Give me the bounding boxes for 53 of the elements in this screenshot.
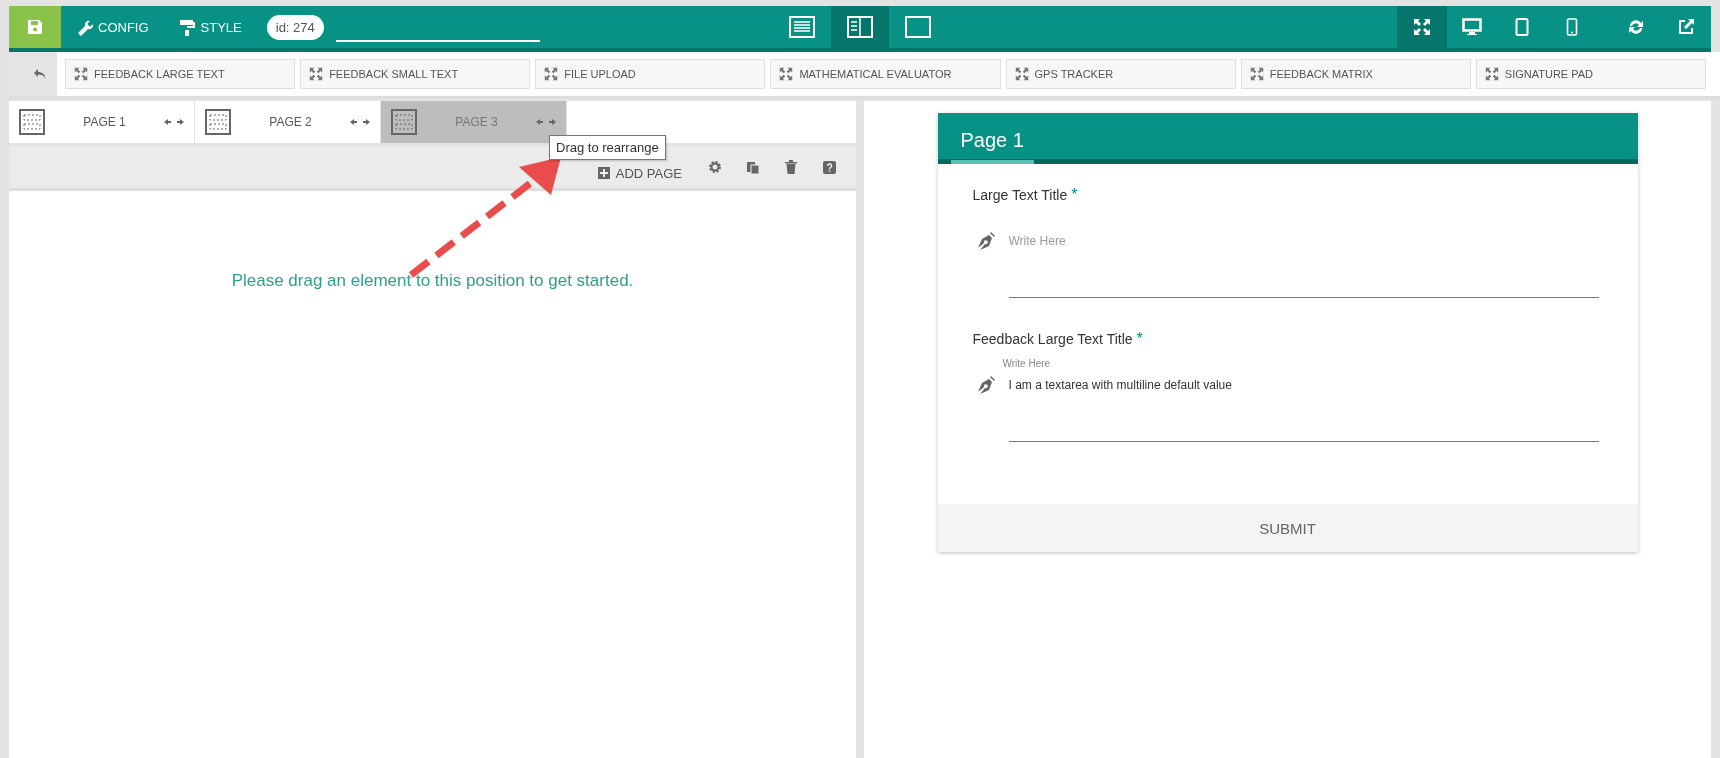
expand-icon (1484, 67, 1499, 81)
form-page-title[interactable]: Page 1 (950, 129, 1034, 164)
help-icon (822, 160, 836, 174)
back-arrow-icon (33, 68, 47, 80)
save-button[interactable] (9, 6, 61, 48)
left-right-arrow-icon (164, 117, 184, 127)
clipboard-icon (746, 160, 760, 174)
required-asterisk: * (1136, 330, 1143, 348)
columns-icon (846, 16, 873, 38)
paint-roller-icon (178, 18, 197, 36)
refresh-icon (1627, 18, 1645, 36)
element-button[interactable]: FILE UPLOAD (535, 59, 766, 89)
tablet-icon (1515, 18, 1529, 36)
page-layout-icon (391, 109, 417, 135)
empty-state-message: Please drag an element to this position to get started. (231, 271, 634, 292)
add-icon (597, 167, 610, 179)
field-label: Large Text Title (972, 187, 1068, 203)
element-button[interactable]: FEEDBACK LARGE TEXT (65, 59, 296, 89)
element-button[interactable]: MATHEMATICAL EVALUATOR (770, 59, 1001, 89)
id-badge: id: 274 (266, 14, 324, 40)
phone-icon (1566, 18, 1578, 36)
expand-icon (74, 67, 88, 81)
expand-icon (1014, 67, 1029, 81)
element-button[interactable]: FEEDBACK MATRIX (1240, 59, 1471, 89)
expand-icon (779, 67, 794, 81)
element-button[interactable]: GPS TRACKER (1005, 59, 1236, 89)
tooltip: Drag to rearrange (549, 135, 666, 160)
settings-icon (708, 160, 722, 174)
square-icon (904, 16, 931, 38)
wrench-icon (76, 18, 94, 36)
element-button[interactable]: SIGNATURE PAD (1475, 59, 1706, 89)
expand-icon (544, 67, 559, 81)
submit-button[interactable]: SUBMIT (937, 504, 1638, 552)
left-right-arrow-icon (536, 117, 556, 127)
fullscreen-button[interactable] (1397, 6, 1447, 48)
floating-label: Write Here (1002, 358, 1051, 369)
page-layout-icon (205, 109, 231, 135)
field-label: Feedback Large Text Title (972, 331, 1133, 347)
element-button[interactable]: FEEDBACK SMALL TEXT (300, 59, 531, 89)
required-asterisk: * (1071, 186, 1078, 204)
external-link-icon (1677, 18, 1695, 36)
page-layout-icon (19, 109, 45, 135)
trash-icon (785, 160, 797, 174)
lines-icon (788, 16, 815, 38)
split-view-button[interactable] (830, 6, 889, 48)
expand-icon (309, 67, 324, 81)
save-icon (27, 19, 43, 35)
expand-icon (1413, 18, 1431, 36)
monitor-icon (1462, 18, 1482, 36)
config-button[interactable]: CONFIG (61, 6, 164, 48)
left-right-arrow-icon (350, 117, 370, 127)
expand-icon (1249, 67, 1264, 81)
style-button[interactable]: STYLE (163, 6, 257, 48)
